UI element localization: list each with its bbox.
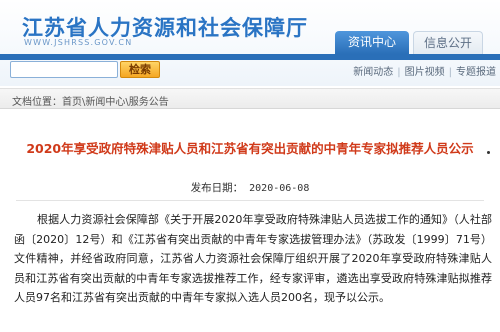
site-url: WWW.JSHRSS.GOV.CN [24, 38, 133, 47]
breadcrumb-news-center[interactable]: 新闻中心 [85, 97, 125, 108]
breadcrumb-service-notice[interactable]: 服务公告 [129, 97, 169, 108]
subnav-special[interactable]: 专题报道 [454, 67, 498, 78]
article-meta: 发布日期： 2020-06-08 [0, 180, 500, 195]
subnav-separator: | [397, 67, 401, 78]
site-header: 江苏省人力资源和社会保障厅 WWW.JSHRSS.GOV.CN 资讯中心 信息公… [0, 0, 500, 86]
publish-date-label: 发布日期： [190, 182, 244, 194]
decorative-dot [487, 151, 490, 154]
search-area: 检索 [6, 60, 166, 80]
breadcrumb-home[interactable]: 首页 [62, 97, 82, 108]
article-title: 2020年享受政府特殊津贴人员和江苏省有突出贡献的中青年专家拟推荐人员公示 [26, 141, 474, 156]
subnav-news[interactable]: 新闻动态 [351, 67, 395, 78]
tab-news-center[interactable]: 资讯中心 [335, 31, 409, 54]
sub-navigation: 新闻动态 | 图片视频 | 专题报道 [351, 63, 498, 78]
subnav-media[interactable]: 图片视频 [403, 67, 447, 78]
breadcrumb: 文档位置：首页\新闻中心\服务公告 [12, 93, 169, 108]
breadcrumb-label: 文档位置： [12, 97, 62, 108]
article-body: 根据人力资源社会保障部《关于开展2020年享受政府特殊津贴人员选拔工作的通知》（… [14, 213, 492, 304]
tab-info-disclosure[interactable]: 信息公开 [413, 31, 483, 54]
search-button[interactable]: 检索 [120, 61, 160, 78]
divider [16, 200, 484, 201]
subnav-separator: | [448, 67, 452, 78]
publish-date: 2020-06-08 [249, 183, 310, 194]
breadcrumb-bar: 文档位置：首页\新闻中心\服务公告 [0, 88, 500, 109]
search-input[interactable] [10, 61, 118, 78]
